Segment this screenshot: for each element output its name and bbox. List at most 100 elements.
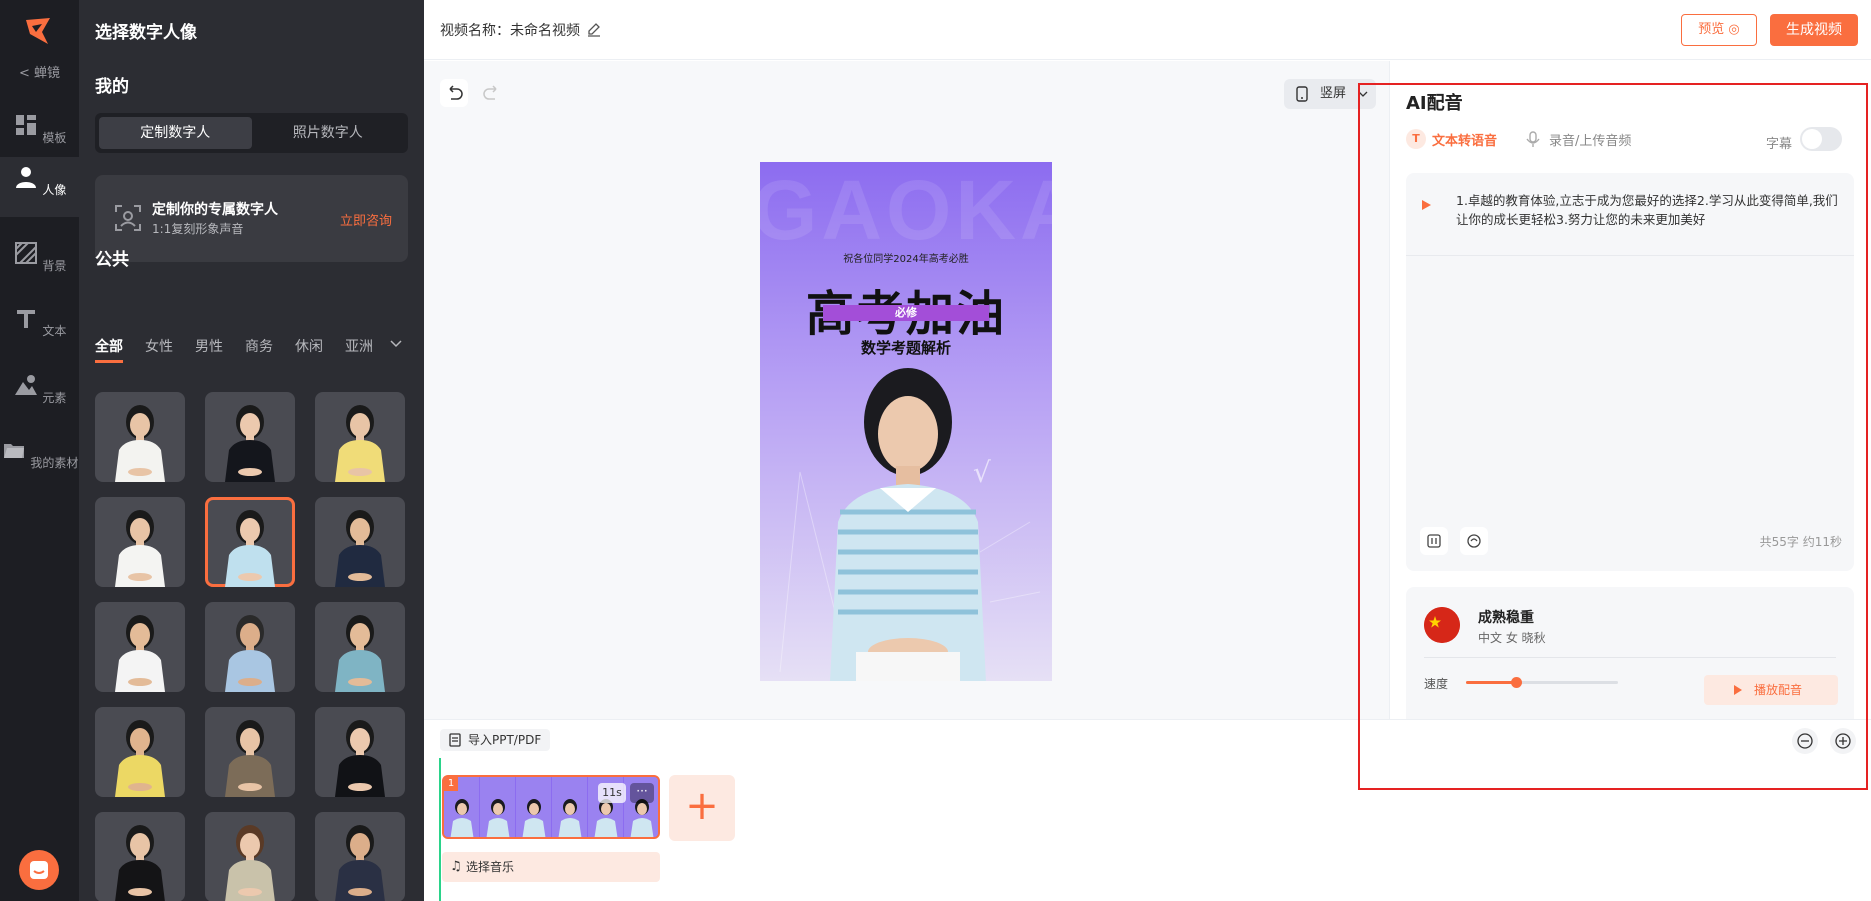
rail-item-text[interactable]: 文本 [0, 305, 79, 339]
speed-slider-handle[interactable] [1511, 677, 1523, 688]
preview-button[interactable]: 预览 ◎ [1681, 14, 1757, 46]
filter-asian[interactable]: 亚洲 [345, 336, 373, 363]
custom-avatar-promo[interactable]: 定制你的专属数字人 1:1复刻形象声音 立即咨询 [95, 175, 408, 262]
pause-bracket-icon [1427, 534, 1441, 548]
avatar-filter-tabs: 全部 女性 男性 商务 休闲 亚洲 [95, 336, 408, 363]
speed-slider[interactable] [1466, 677, 1618, 688]
timeline-clip[interactable]: 1 11s ··· [442, 775, 660, 839]
avatar-card[interactable] [315, 602, 405, 692]
rail-item-person[interactable]: 人像 [0, 157, 79, 217]
ai-dubbing-panel: AI配音 T 文本转语音 录音/上传音频 字幕 1.卓越的教育体验,立志于成为您… [1389, 61, 1871, 719]
avatar-card[interactable] [95, 392, 185, 482]
elements-icon [14, 375, 37, 395]
help-chat-button[interactable] [19, 850, 59, 890]
speed-label: 速度 [1424, 677, 1449, 691]
rail-item-label: 元素 [42, 391, 67, 405]
music-note-icon: ♫ [450, 859, 462, 874]
polyphone-button[interactable] [1460, 527, 1488, 555]
orientation-label: 竖屏 [1320, 86, 1347, 101]
script-editor[interactable]: 1.卓越的教育体验,立志于成为您最好的选择2.学习从此变得简单,我们让你的成长更… [1406, 173, 1854, 571]
avatar-figure [115, 510, 165, 587]
segment-custom-avatar[interactable]: 定制数字人 [99, 117, 252, 149]
redo-button[interactable] [478, 79, 506, 107]
avatar-card[interactable] [315, 497, 405, 587]
select-music-track[interactable]: ♫ 选择音乐 [442, 852, 660, 882]
back-link[interactable]: < 蝉镜 [0, 62, 79, 81]
clip-index-badge: 1 [444, 777, 458, 791]
subtitle-toggle[interactable] [1800, 127, 1842, 151]
folder-icon [3, 444, 24, 458]
avatar-card[interactable] [95, 707, 185, 797]
consult-now-link[interactable]: 立即咨询 [340, 210, 392, 229]
filter-male[interactable]: 男性 [195, 336, 223, 363]
avatar-figure [335, 615, 385, 692]
playhead[interactable] [439, 758, 441, 901]
avatar-figure [115, 615, 165, 692]
script-text[interactable]: 1.卓越的教育体验,立志于成为您最好的选择2.学习从此变得简单,我们让你的成长更… [1456, 191, 1840, 229]
avatar-card[interactable] [315, 707, 405, 797]
promo-subtitle: 1:1复刻形象声音 [152, 222, 244, 236]
microphone-icon [1526, 131, 1540, 147]
divider [1406, 255, 1854, 256]
import-ppt-pdf-button[interactable]: 导入PPT/PDF [440, 729, 550, 751]
filter-business[interactable]: 商务 [245, 336, 273, 363]
phone-portrait-icon [1296, 86, 1308, 102]
avatar-figure [335, 825, 385, 901]
refresh-circle-icon [1467, 534, 1481, 548]
app-logo-icon[interactable] [18, 12, 58, 52]
clip-thumbnails [444, 777, 658, 837]
china-flag-icon [1424, 607, 1460, 643]
avatar-card[interactable] [315, 392, 405, 482]
zoom-out-button[interactable] [1792, 728, 1818, 754]
play-dubbing-button[interactable]: 播放配音 [1704, 675, 1838, 705]
rail-item-template[interactable]: 模板 [0, 112, 79, 146]
speed-slider-fill [1466, 681, 1517, 684]
chevron-down-icon[interactable] [389, 336, 403, 350]
chevron-down-icon [1358, 91, 1368, 97]
avatar-figure [335, 405, 385, 482]
tab-text-to-speech[interactable]: T 文本转语音 [1406, 129, 1497, 149]
filter-casual[interactable]: 休闲 [295, 336, 323, 363]
rail-item-elements[interactable]: 元素 [0, 372, 79, 406]
video-poster[interactable]: GAOKAO 祝各位同学2024年高考必胜 高考加油 必修 数学考题解析 √ [760, 162, 1052, 681]
zoom-in-button[interactable] [1830, 728, 1856, 754]
add-clip-button[interactable]: + [669, 775, 735, 841]
face-scan-icon [115, 205, 141, 231]
rail-item-my-assets[interactable]: 我的素材 [0, 437, 79, 471]
undo-icon [449, 85, 463, 100]
rail-item-label: 我的素材 [30, 456, 79, 470]
avatar-card[interactable] [205, 602, 295, 692]
import-label: 导入PPT/PDF [468, 733, 542, 747]
generate-video-button[interactable]: 生成视频 [1770, 14, 1858, 46]
avatar-card[interactable] [315, 812, 405, 901]
edit-pencil-icon[interactable] [586, 21, 602, 37]
filter-female[interactable]: 女性 [145, 336, 173, 363]
rail-item-label: 模板 [42, 131, 67, 145]
avatar-card[interactable] [205, 392, 295, 482]
avatar-grid [95, 392, 408, 901]
video-name: 视频名称：未命名视频 [440, 23, 580, 39]
play-icon[interactable] [1420, 199, 1432, 211]
poster-tag: 必修 [823, 305, 989, 321]
segment-photo-avatar[interactable]: 照片数字人 [252, 117, 405, 149]
avatar-figure [225, 405, 275, 482]
avatar-card[interactable] [95, 497, 185, 587]
play-icon [1734, 685, 1742, 695]
avatar-card[interactable] [205, 707, 295, 797]
avatar-card[interactable] [205, 497, 295, 587]
rail-item-background[interactable]: 背景 [0, 240, 79, 274]
poster-bg-word: GAOKAO [760, 163, 1052, 257]
text-icon [16, 310, 35, 328]
orientation-select[interactable]: 竖屏 [1284, 79, 1376, 109]
tab-record-upload[interactable]: 录音/上传音频 [1523, 129, 1631, 149]
avatar-card[interactable] [95, 812, 185, 901]
voice-card[interactable]: 成熟稳重 中文 女 晓秋 速度 播放配音 [1406, 587, 1854, 719]
filter-all[interactable]: 全部 [95, 336, 123, 363]
clip-more-button[interactable]: ··· [630, 783, 654, 803]
undo-button[interactable] [440, 79, 468, 107]
avatar-card[interactable] [95, 602, 185, 692]
avatar-figure [225, 510, 275, 587]
avatar-card[interactable] [205, 812, 295, 901]
insert-pause-button[interactable] [1420, 527, 1448, 555]
public-heading: 公共 [95, 250, 129, 270]
